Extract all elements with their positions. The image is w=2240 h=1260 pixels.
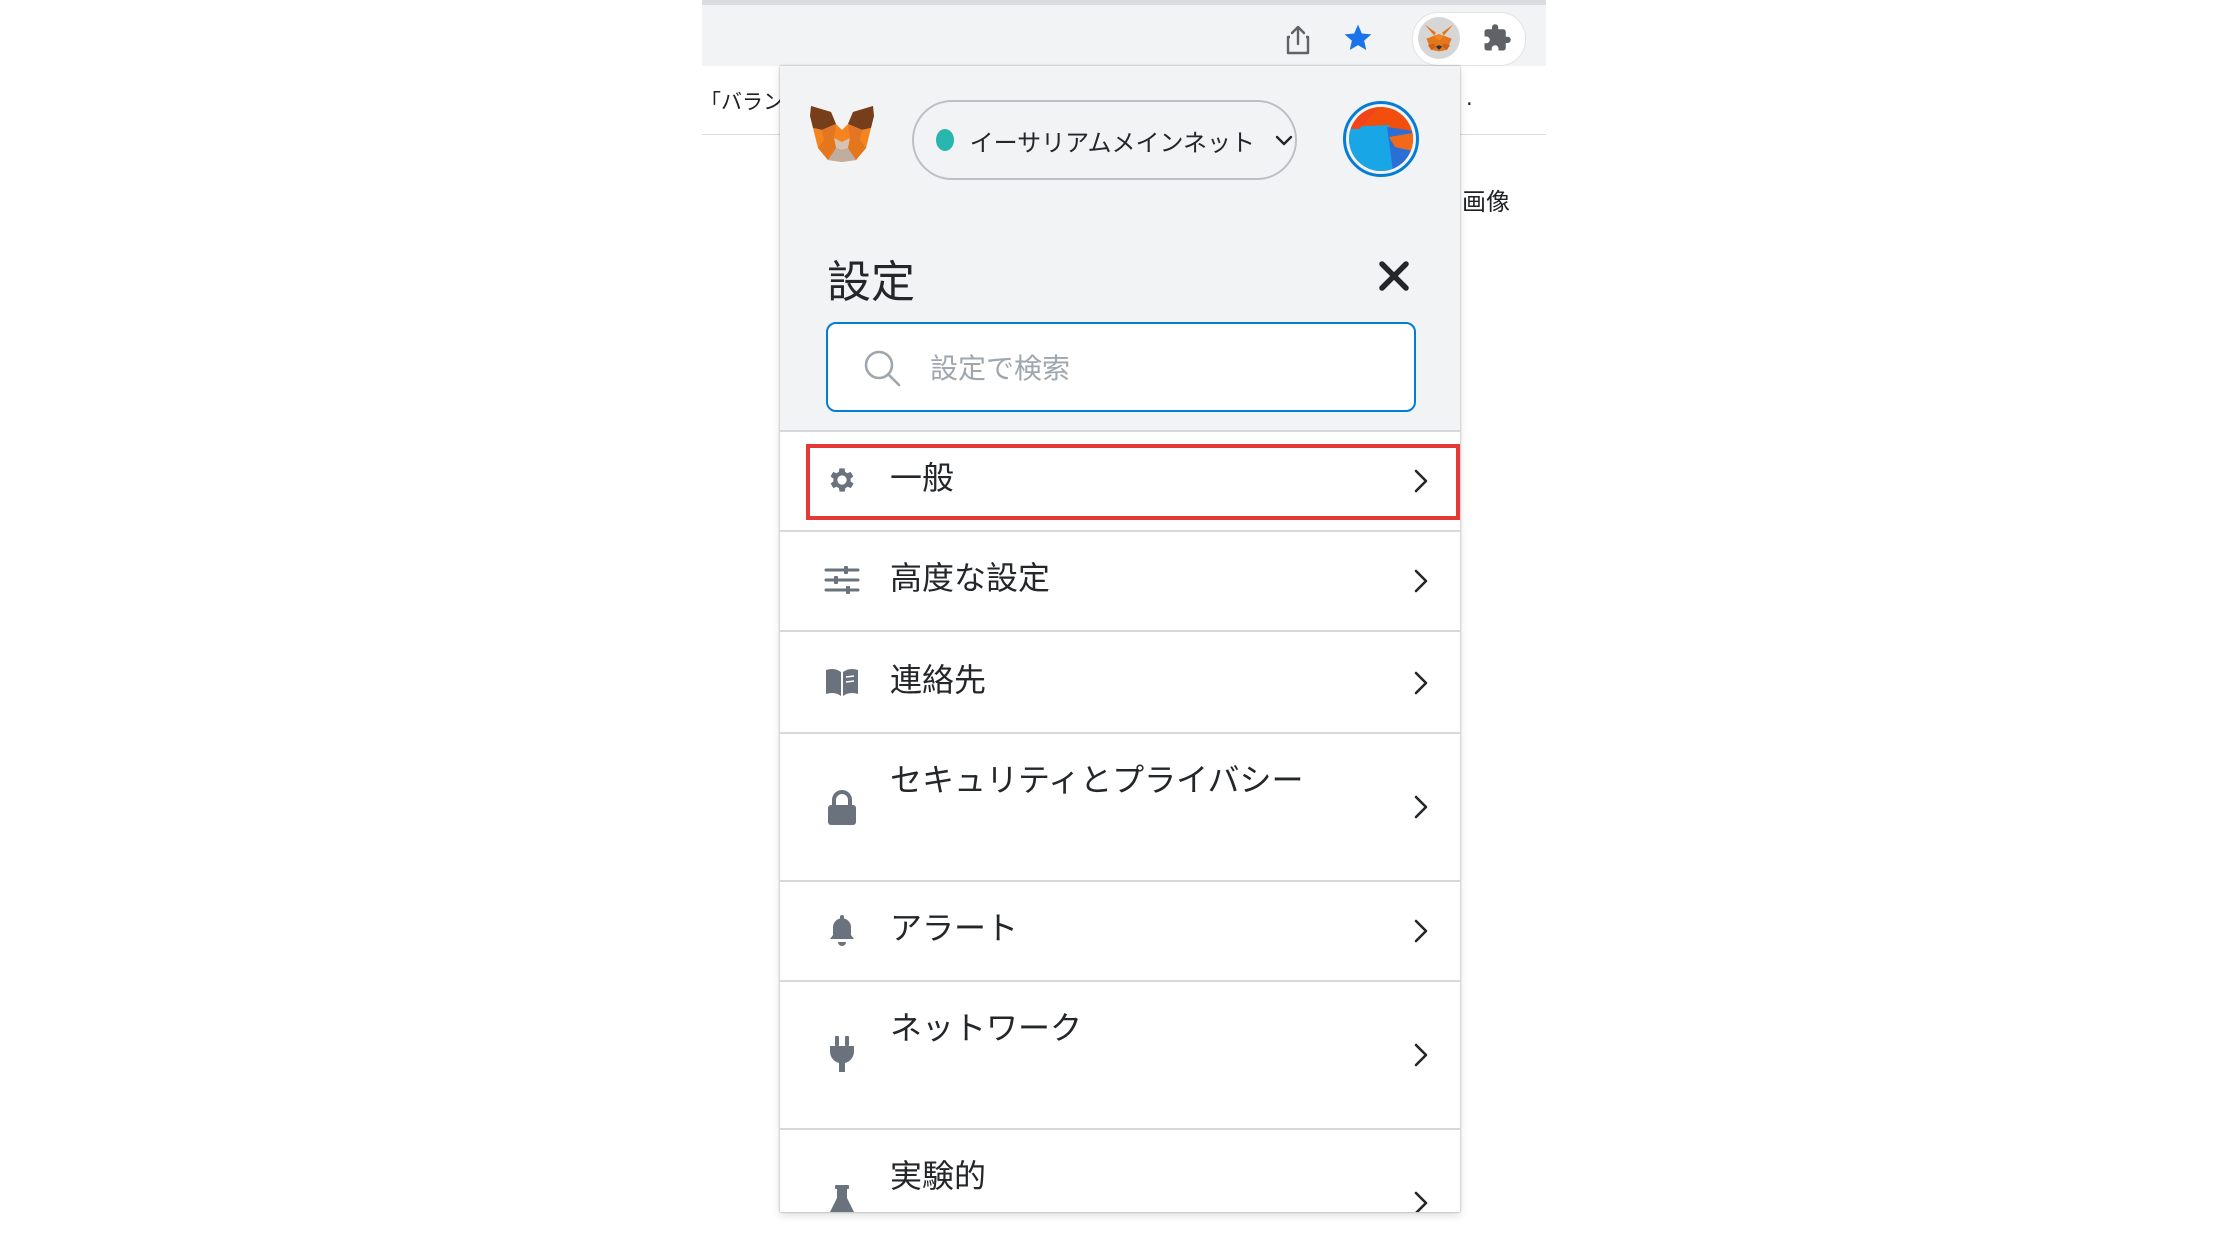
sliders-icon [824, 562, 860, 598]
menu-item-experimental[interactable]: 実験的 [780, 1128, 1460, 1212]
menu-item-label: 高度な設定 [890, 559, 1051, 597]
gear-icon [824, 462, 860, 498]
menu-item-label: 一般 [890, 459, 955, 497]
metamask-fox-icon[interactable] [1418, 17, 1460, 59]
menu-item-label: セキュリティとプライバシー [890, 761, 1304, 799]
menu-item-label: アラート [890, 909, 1019, 947]
puzzle-extensions-icon[interactable] [1477, 18, 1517, 58]
account-avatar[interactable] [1343, 101, 1419, 177]
plug-icon [824, 1036, 860, 1072]
share-icon[interactable] [1278, 20, 1318, 60]
bookmark-overflow: . [1466, 86, 1473, 110]
menu-item-contacts[interactable]: 連絡先 [780, 630, 1460, 732]
bell-icon [824, 912, 860, 948]
lock-icon [824, 790, 860, 826]
chevron-right-icon [1410, 564, 1432, 598]
bookmark-text[interactable]: 「バラン [700, 86, 784, 116]
chevron-down-icon [1273, 129, 1295, 151]
menu-item-general[interactable]: 一般 [780, 430, 1460, 530]
settings-menu: 一般 高度な設定 連絡先 セキュリティとプライバシー アラート ネットワーク 実… [780, 430, 1460, 1212]
chevron-right-icon [1410, 666, 1432, 700]
network-label: イーサリアムメインネット [969, 128, 1255, 157]
chevron-right-icon [1410, 464, 1432, 498]
chevron-right-icon [1410, 1038, 1432, 1072]
network-selector[interactable]: イーサリアムメインネット [912, 100, 1297, 180]
search-box [826, 322, 1416, 412]
page-title: 設定 [827, 257, 915, 308]
menu-item-label: 実験的 [890, 1157, 987, 1195]
close-icon[interactable] [1375, 257, 1413, 295]
popup-header: イーサリアムメインネット 設定 [780, 66, 1460, 430]
chevron-right-icon [1410, 1186, 1432, 1212]
search-icon [862, 348, 902, 388]
metamask-popup: イーサリアムメインネット 設定 設定で検索 一般 高度な設定 連絡先 セキュリテ… [780, 66, 1460, 1212]
background-page-text: 画像 [1462, 188, 1510, 216]
book-icon [824, 664, 860, 700]
metamask-logo-icon[interactable] [808, 104, 876, 168]
search-input[interactable] [928, 340, 1402, 396]
menu-item-security[interactable]: セキュリティとプライバシー [780, 732, 1460, 880]
chevron-right-icon [1410, 790, 1432, 824]
menu-item-alerts[interactable]: アラート [780, 880, 1460, 980]
bookmark-star-icon[interactable] [1338, 18, 1378, 58]
menu-item-advanced[interactable]: 高度な設定 [780, 530, 1460, 630]
menu-item-label: ネットワーク [890, 1009, 1083, 1047]
flask-icon [824, 1184, 860, 1212]
network-status-dot [936, 129, 954, 151]
menu-item-networks[interactable]: ネットワーク [780, 980, 1460, 1128]
menu-item-label: 連絡先 [890, 661, 987, 699]
chevron-right-icon [1410, 914, 1432, 948]
